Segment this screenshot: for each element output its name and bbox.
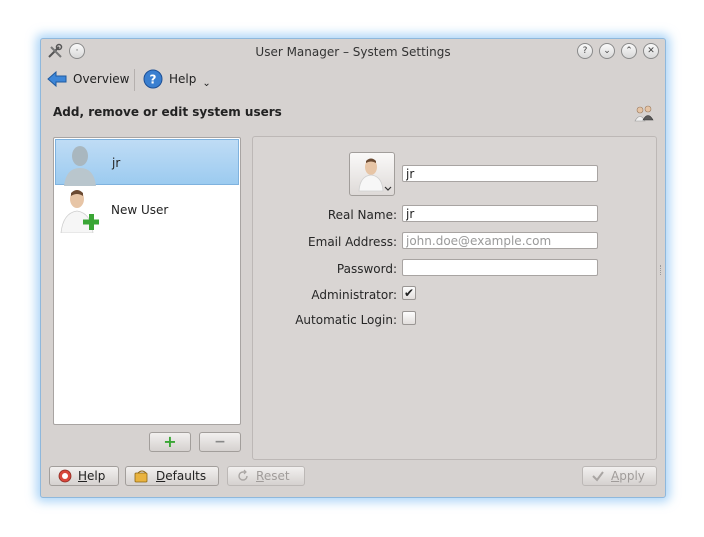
remove-user-button[interactable]: − bbox=[199, 432, 241, 452]
automatic-login-label: Automatic Login: bbox=[295, 313, 397, 327]
user-face-icon bbox=[358, 158, 392, 192]
title-bar[interactable]: · User Manager – System Settings ? ⌄ ⌃ ✕ bbox=[41, 39, 665, 65]
user-name: New User bbox=[111, 203, 169, 217]
automatic-login-checkbox[interactable] bbox=[402, 311, 416, 325]
overview-button[interactable]: Overview bbox=[47, 67, 130, 91]
password-field[interactable] bbox=[402, 259, 598, 276]
real-name-label: Real Name: bbox=[327, 208, 397, 222]
chevron-down-icon: ⌄ bbox=[202, 77, 211, 89]
window-title: User Manager – System Settings bbox=[255, 45, 451, 59]
username-field[interactable] bbox=[402, 165, 598, 182]
back-arrow-icon bbox=[47, 70, 67, 88]
apply-button[interactable]: Apply bbox=[582, 466, 657, 486]
defaults-button[interactable]: Defaults bbox=[125, 466, 219, 486]
splitter-handle[interactable] bbox=[660, 265, 663, 275]
help-button[interactable]: Help bbox=[49, 466, 119, 486]
administrator-label: Administrator: bbox=[311, 288, 397, 302]
reset-mnemonic: R bbox=[256, 469, 264, 483]
plus-icon: + bbox=[163, 432, 177, 451]
minus-icon: − bbox=[214, 434, 226, 450]
defaults-mnemonic: D bbox=[156, 469, 166, 483]
close-button[interactable]: ✕ bbox=[643, 43, 659, 59]
help-window-button[interactable]: ? bbox=[577, 43, 593, 59]
svg-text:?: ? bbox=[150, 73, 157, 87]
email-label: Email Address: bbox=[308, 235, 397, 249]
new-user-icon bbox=[57, 187, 103, 234]
list-item[interactable]: jr bbox=[55, 139, 239, 186]
apply-button-label: pply bbox=[619, 469, 645, 483]
defaults-icon bbox=[134, 469, 150, 483]
user-details-panel: Real Name: Email Address: Password: Admi… bbox=[252, 136, 657, 460]
administrator-checkbox[interactable]: ✔ bbox=[402, 286, 416, 300]
users-icon bbox=[633, 103, 655, 123]
toolbar-separator bbox=[134, 69, 135, 91]
password-label: Password: bbox=[336, 262, 397, 276]
help-lifebuoy-icon bbox=[58, 469, 72, 483]
help-mnemonic: H bbox=[78, 469, 88, 483]
page-title: Add, remove or edit system users bbox=[53, 105, 282, 119]
minimize-button[interactable]: ⌄ bbox=[599, 43, 615, 59]
toolbar: Overview ? Help ⌄ bbox=[41, 65, 665, 93]
defaults-button-label: efaults bbox=[165, 469, 207, 483]
help-menu-button[interactable]: ? Help ⌄ bbox=[143, 67, 211, 91]
reset-button-label: eset bbox=[263, 469, 290, 483]
list-item[interactable]: New User bbox=[55, 187, 239, 234]
avatar-picker-button[interactable] bbox=[349, 152, 395, 196]
email-field[interactable] bbox=[402, 232, 598, 249]
help-circle-icon: ? bbox=[143, 69, 163, 89]
add-user-button[interactable]: + bbox=[149, 432, 191, 452]
user-avatar-icon bbox=[58, 140, 104, 186]
reset-button[interactable]: Reset bbox=[227, 466, 305, 486]
system-settings-window: · User Manager – System Settings ? ⌄ ⌃ ✕… bbox=[40, 38, 666, 498]
help-button-label: elp bbox=[87, 469, 106, 483]
user-list[interactable]: jr New User bbox=[53, 137, 241, 425]
help-label: Help bbox=[169, 72, 197, 86]
user-name: jr bbox=[112, 156, 121, 170]
overview-label: Overview bbox=[73, 72, 130, 86]
reset-icon bbox=[236, 469, 250, 483]
real-name-field[interactable] bbox=[402, 205, 598, 222]
checkmark-icon bbox=[591, 469, 605, 483]
apply-mnemonic: A bbox=[611, 469, 620, 483]
maximize-button[interactable]: ⌃ bbox=[621, 43, 637, 59]
